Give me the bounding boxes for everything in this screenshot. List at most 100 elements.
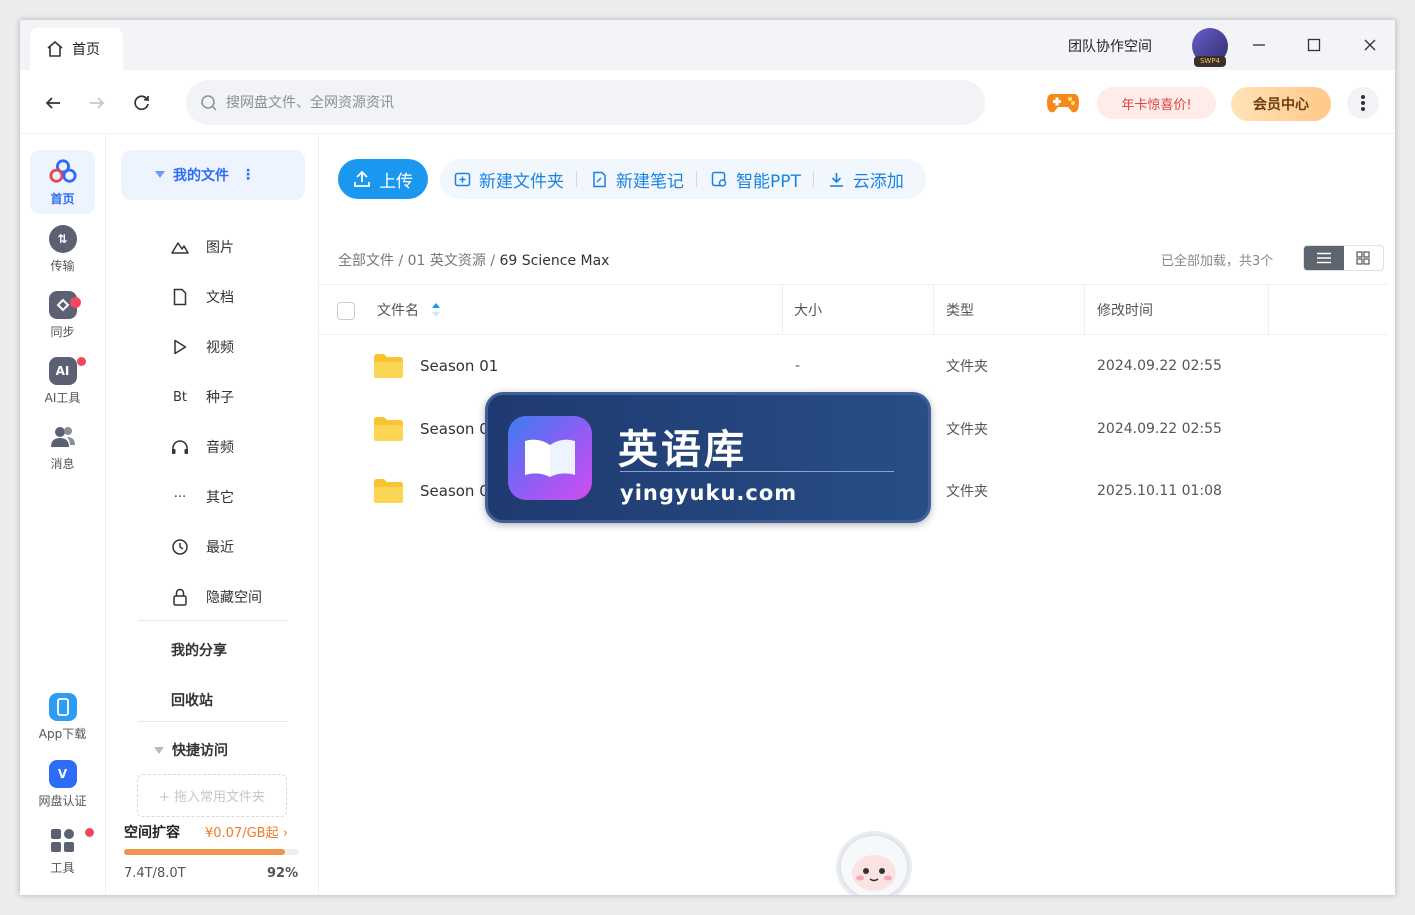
vip-center-button[interactable]: 会员中心 — [1231, 87, 1331, 121]
quick-access-drop-zone[interactable]: + 拖入常用文件夹 — [137, 774, 287, 817]
select-all-checkbox[interactable] — [337, 302, 355, 320]
grid-apps-icon — [50, 828, 74, 852]
breadcrumb-root[interactable]: 全部文件 — [338, 253, 394, 269]
table-row[interactable]: Season 01 - 文件夹 2024.09.22 02:55 — [319, 335, 1387, 397]
ai-icon: AI — [48, 356, 77, 385]
refresh-button[interactable] — [129, 90, 155, 116]
folder-icon — [374, 479, 403, 503]
upload-button[interactable]: 上传 — [338, 159, 428, 199]
smart-ppt-button[interactable]: 智能PPT — [709, 167, 813, 192]
game-center-button[interactable] — [1046, 90, 1080, 116]
watermark-url: yingyuku.com — [620, 481, 798, 505]
search-bar[interactable] — [186, 80, 985, 125]
sidebar-item-label: 图片 — [206, 240, 234, 256]
toolbar-separator — [812, 171, 814, 187]
new-note-label: 新建笔记 — [616, 171, 684, 192]
column-header-type[interactable]: 类型 — [946, 285, 974, 335]
cloud-add-button[interactable]: 云添加 — [826, 167, 916, 192]
rail-item-messages[interactable]: 消息 — [30, 415, 95, 479]
file-modified: 2024.09.22 02:55 — [1097, 421, 1222, 437]
rail-item-tools[interactable]: 工具 — [30, 819, 95, 883]
document-icon — [170, 287, 190, 307]
caret-down-icon — [155, 171, 165, 178]
watermark-title: 英语库 — [618, 427, 747, 473]
sidebar-item-hidden-space[interactable]: 隐藏空间 — [170, 582, 320, 612]
shield-verified-icon: V — [48, 759, 77, 788]
list-view-button[interactable] — [1304, 246, 1344, 270]
sidebar-item-videos[interactable]: 视频 — [170, 332, 320, 362]
sidebar-item-images[interactable]: 图片 — [170, 232, 320, 262]
upload-icon — [354, 170, 370, 187]
column-separator — [933, 285, 934, 335]
arrow-left-icon — [45, 97, 60, 109]
forward-button[interactable] — [84, 90, 110, 116]
sidebar-item-label: 文档 — [206, 290, 234, 306]
quick-access-toggle[interactable]: 快捷访问 — [154, 740, 228, 760]
rail-item-verify[interactable]: V 网盘认证 — [30, 752, 95, 816]
storage-progress-bar — [124, 849, 299, 855]
column-header-name[interactable]: 文件名 — [377, 285, 441, 335]
rail-item-ai-tools[interactable]: AI AI工具 — [30, 349, 95, 413]
tab-home-label: 首页 — [72, 42, 100, 58]
folder-icon — [374, 417, 403, 441]
sidebar-item-trash[interactable]: 回收站 — [171, 690, 213, 710]
sidebar-item-my-share[interactable]: 我的分享 — [171, 640, 227, 660]
search-input[interactable] — [226, 94, 926, 111]
vertical-dots-icon[interactable]: ⋮ — [241, 167, 255, 183]
file-sidebar: 我的文件 ⋮ 图片 文档 视频 Bt 种子 音频 ··· 其它 最近 隐藏空间 … — [106, 134, 319, 895]
vertical-dots-icon — [1361, 95, 1365, 111]
storage-percent: 92% — [267, 866, 299, 881]
folder-icon — [374, 354, 403, 378]
sidebar-item-my-files[interactable]: 我的文件 ⋮ — [121, 150, 305, 200]
breadcrumb-separator: / — [485, 253, 500, 269]
sidebar-item-documents[interactable]: 文档 — [170, 282, 320, 312]
rail-label: 首页 — [50, 191, 75, 206]
minimize-button[interactable] — [1246, 32, 1272, 58]
storage-progress-fill — [124, 849, 285, 855]
rail-item-app-download[interactable]: App下载 — [30, 685, 95, 749]
table-header: 文件名 大小 类型 修改时间 — [319, 284, 1387, 335]
more-menu-button[interactable] — [1347, 87, 1379, 119]
annual-card-promo-button[interactable]: 年卡惊喜价! — [1097, 87, 1216, 119]
rail-item-transfer[interactable]: ⇅ 传输 — [30, 217, 95, 281]
sidebar-item-label: 视频 — [206, 340, 234, 356]
grid-view-button[interactable] — [1344, 246, 1384, 270]
file-name[interactable]: Season 01 — [420, 335, 498, 397]
clock-icon — [170, 537, 190, 557]
storage-upgrade-link[interactable]: ¥0.07/GB起 › — [205, 822, 288, 841]
breadcrumb-level1[interactable]: 01 英文资源 — [408, 253, 486, 269]
back-button[interactable] — [40, 90, 66, 116]
file-modified: 2025.10.11 01:08 — [1097, 483, 1222, 499]
sidebar-item-recent[interactable]: 最近 — [170, 532, 320, 562]
avatar[interactable]: SWP4 — [1192, 28, 1228, 67]
download-icon — [829, 172, 843, 187]
sidebar-item-torrents[interactable]: Bt 种子 — [170, 382, 320, 412]
avatar-level-tag: SWP4 — [1194, 56, 1226, 67]
rail-item-sync[interactable]: 同步 — [30, 283, 95, 347]
new-note-button[interactable]: 新建笔记 — [589, 167, 696, 192]
rail-label: 消息 — [50, 456, 75, 471]
sidebar-item-audio[interactable]: 音频 — [170, 432, 320, 462]
baidu-cloud-icon — [48, 158, 77, 183]
sidebar-item-others[interactable]: ··· 其它 — [170, 482, 320, 512]
maximize-button[interactable] — [1301, 32, 1327, 58]
gamepad-icon — [1047, 94, 1079, 113]
rail-item-home[interactable]: 首页 — [30, 150, 95, 214]
sidebar-item-label: 隐藏空间 — [206, 590, 262, 606]
view-toggle — [1303, 245, 1384, 271]
column-separator — [782, 285, 783, 335]
team-space-link[interactable]: 团队协作空间 — [1068, 36, 1152, 56]
column-header-size[interactable]: 大小 — [794, 285, 822, 335]
sidebar-item-label: 种子 — [206, 390, 234, 406]
refresh-icon — [134, 95, 149, 111]
toolbar-separator — [696, 171, 697, 187]
column-header-modified[interactable]: 修改时间 — [1097, 285, 1153, 335]
phone-icon — [48, 692, 77, 721]
minimize-icon — [1253, 44, 1265, 46]
sidebar-item-label: 其它 — [206, 490, 234, 506]
load-status: 已全部加载，共3个 — [1161, 254, 1274, 269]
tab-home[interactable]: 首页 — [30, 28, 123, 70]
assistant-mascot-icon[interactable] — [832, 827, 916, 895]
new-folder-button[interactable]: 新建文件夹 — [452, 167, 576, 192]
close-button[interactable] — [1357, 32, 1383, 58]
